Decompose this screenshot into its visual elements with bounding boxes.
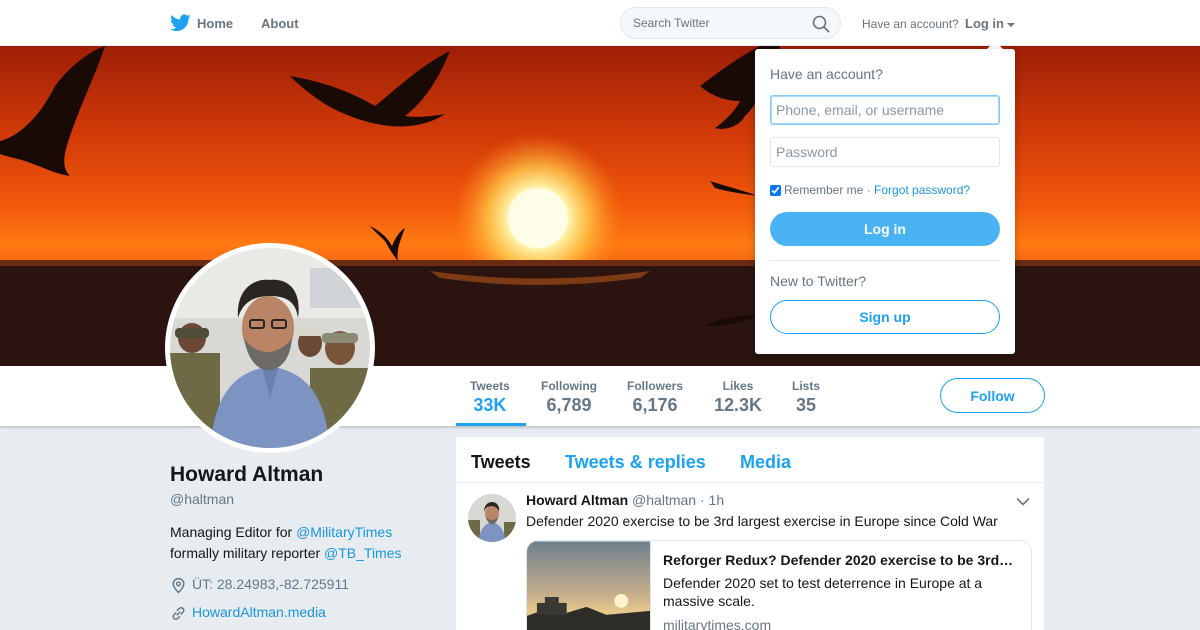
remember-me-label[interactable]: Remember me: [784, 183, 863, 197]
tweet[interactable]: Howard Altman @haltman · 1h Defender 202…: [456, 483, 1044, 630]
caret-down-icon: [1007, 22, 1015, 27]
have-account-text: Have an account?: [862, 17, 959, 31]
stat-followers[interactable]: Followers 6,176: [627, 379, 683, 416]
password-field[interactable]: [770, 137, 1000, 167]
stat-value: 6,176: [632, 395, 678, 415]
card-thumbnail-image: [527, 541, 651, 630]
active-tab-indicator: [456, 423, 526, 426]
tweet-avatar-photo: [468, 494, 516, 542]
tweet-avatar[interactable]: [468, 494, 516, 542]
stat-value: 12.3K: [714, 395, 763, 415]
profile-handle[interactable]: @haltman: [170, 491, 234, 507]
stat-label: Likes: [722, 379, 754, 393]
avatar-photo: [170, 248, 370, 448]
tweet-header: Howard Altman @haltman · 1h: [526, 492, 724, 508]
stat-value: 33K: [473, 395, 507, 415]
username-field[interactable]: [770, 95, 1000, 125]
twitter-bird-logo-icon[interactable]: [170, 13, 191, 33]
login-dropdown: Have an account? Remember me · Forgot pa…: [755, 49, 1015, 354]
separator-dot: ·: [863, 183, 875, 197]
search-input[interactable]: [633, 16, 803, 30]
profile-name[interactable]: Howard Altman: [170, 463, 323, 487]
nav-about-link[interactable]: About: [261, 16, 299, 31]
remember-row: Remember me · Forgot password?: [770, 183, 970, 197]
stat-label: Followers: [627, 379, 684, 393]
stat-tweets[interactable]: Tweets 33K: [470, 379, 510, 416]
bio-text: formally military reporter: [170, 545, 325, 561]
chevron-down-icon[interactable]: [1016, 497, 1030, 507]
stat-label: Lists: [792, 379, 821, 393]
tweet-timestamp[interactable]: 1h: [709, 492, 725, 508]
tab-tweets[interactable]: Tweets: [471, 452, 531, 473]
profile-url: HowardAltman.media: [170, 604, 326, 622]
top-navigation: Home About Have an account? Log in: [0, 0, 1200, 46]
timeline: Tweets Tweets & replies Media Howard Alt…: [456, 437, 1044, 630]
link-icon: [172, 606, 185, 620]
location-text: ÜT: 28.24983,-82.725911: [192, 576, 349, 592]
tweet-author-name[interactable]: Howard Altman: [526, 492, 628, 508]
remember-me-checkbox[interactable]: [770, 185, 781, 197]
timeline-tabs: Tweets Tweets & replies Media: [456, 437, 1044, 483]
tab-media[interactable]: Media: [740, 452, 791, 473]
nav-home-link[interactable]: Home: [197, 16, 233, 31]
stat-label: Tweets: [470, 379, 510, 393]
new-to-twitter-text: New to Twitter?: [770, 273, 867, 289]
forgot-password-link[interactable]: Forgot password?: [874, 183, 970, 197]
divider: [770, 260, 1000, 261]
stat-following[interactable]: Following 6,789: [541, 379, 597, 416]
profile-bio: Managing Editor for @MilitaryTimes forma…: [170, 522, 440, 564]
signup-button[interactable]: Sign up: [770, 300, 1000, 334]
profile-avatar[interactable]: [165, 243, 375, 453]
bio-mention-link[interactable]: @MilitaryTimes: [296, 524, 392, 540]
stat-value: 6,789: [546, 395, 592, 415]
login-heading: Have an account?: [770, 66, 883, 82]
tweet-text: Defender 2020 exercise to be 3rd largest…: [526, 513, 998, 529]
tab-tweets-and-replies[interactable]: Tweets & replies: [565, 452, 706, 473]
follow-button[interactable]: Follow: [940, 378, 1045, 413]
search-box: [620, 7, 841, 39]
login-dropdown-toggle[interactable]: Log in: [965, 16, 1015, 31]
card-description: Defender 2020 set to test deterrence in …: [663, 575, 983, 609]
bio-mention-link[interactable]: @TB_Times: [324, 545, 401, 561]
tweet-author-handle[interactable]: @haltman: [632, 492, 696, 508]
login-toggle-label: Log in: [965, 16, 1004, 31]
link-preview-card[interactable]: Reforger Redux? Defender 2020 exercise t…: [526, 540, 1032, 630]
stat-value: 35: [795, 395, 817, 415]
bio-text: Managing Editor for: [170, 524, 297, 540]
stat-likes[interactable]: Likes 12.3K: [714, 379, 762, 416]
card-domain: militarytimes.com: [663, 617, 772, 630]
location-pin-icon: [172, 577, 185, 594]
profile-website-link[interactable]: HowardAltman.media: [192, 604, 326, 620]
card-title: Reforger Redux? Defender 2020 exercise t…: [663, 552, 1017, 568]
profile-location: ÜT: 28.24983,-82.725911: [170, 576, 349, 594]
search-icon[interactable]: [812, 15, 830, 33]
stat-label: Following: [541, 379, 597, 393]
login-button[interactable]: Log in: [770, 212, 1000, 246]
stat-lists[interactable]: Lists 35: [792, 379, 820, 416]
tweet-separator: ·: [699, 492, 705, 508]
